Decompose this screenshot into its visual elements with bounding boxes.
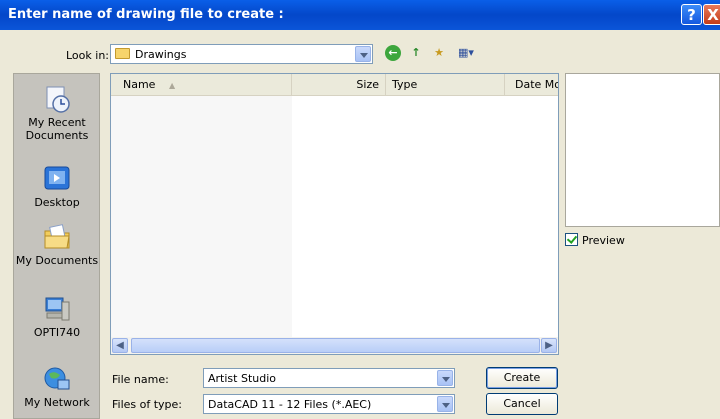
look-in-value: Drawings — [135, 48, 187, 61]
files-of-type-value: DataCAD 11 - 12 Files (*.AEC) — [208, 398, 372, 411]
title-bar: Enter name of drawing file to create : ?… — [0, 0, 720, 30]
place-label: Desktop — [34, 196, 80, 209]
place-my-documents[interactable]: My Documents — [14, 222, 100, 267]
files-of-type-select[interactable]: DataCAD 11 - 12 Files (*.AEC) — [203, 394, 455, 414]
up-folder-icon[interactable]: ↑ — [408, 45, 424, 61]
sort-ascending-icon: ▲ — [168, 81, 176, 90]
place-label: OPTI740 — [33, 326, 81, 339]
chevron-down-icon[interactable] — [437, 370, 453, 386]
preview-label: Preview — [582, 234, 625, 247]
file-name-input[interactable]: Artist Studio — [203, 368, 455, 388]
network-icon — [44, 367, 70, 390]
dialog-title: Enter name of drawing file to create : — [8, 7, 284, 22]
file-name-value: Artist Studio — [208, 372, 276, 385]
file-list[interactable]: Name ▲ Size Type Date Mo ◀ ▶ — [110, 73, 559, 355]
back-arrow-icon[interactable]: ← — [385, 45, 401, 61]
file-name-label: File name: — [112, 373, 169, 386]
place-label: My Recent Documents — [25, 116, 89, 142]
scroll-left-icon[interactable]: ◀ — [112, 338, 128, 353]
preview-checkbox[interactable] — [565, 233, 578, 246]
scroll-thumb[interactable] — [131, 338, 540, 353]
column-label: Name — [123, 78, 156, 91]
column-header-size[interactable]: Size — [292, 74, 386, 96]
help-button[interactable]: ? — [681, 4, 702, 25]
column-header-date-modified[interactable]: Date Mo — [505, 74, 559, 96]
views-menu-icon[interactable]: ▦▾ — [454, 45, 478, 61]
chevron-down-icon[interactable] — [355, 46, 371, 62]
preview-pane — [565, 73, 720, 227]
folder-icon — [115, 48, 130, 59]
column-label: Type — [392, 78, 418, 91]
place-label: My Network — [24, 396, 90, 409]
files-of-type-label: Files of type: — [112, 398, 183, 411]
column-label: Date Mo — [515, 78, 559, 91]
close-button[interactable]: X — [703, 4, 720, 25]
recent-documents-icon — [46, 86, 70, 113]
column-label: Size — [356, 78, 379, 91]
place-desktop[interactable]: Desktop — [14, 164, 100, 209]
desktop-icon — [44, 166, 70, 190]
cancel-button[interactable]: Cancel — [486, 393, 558, 415]
places-bar: My Recent Documents Desktop My Documents… — [13, 73, 100, 419]
my-documents-icon — [44, 224, 70, 249]
place-recent-documents[interactable]: My Recent Documents — [14, 84, 100, 142]
column-header-name[interactable]: Name ▲ — [111, 74, 292, 96]
scroll-right-icon[interactable]: ▶ — [541, 338, 557, 353]
look-in-label: Look in: — [66, 49, 109, 62]
computer-icon — [45, 297, 70, 321]
column-header-type[interactable]: Type — [386, 74, 505, 96]
horizontal-scrollbar[interactable]: ◀ ▶ — [111, 337, 558, 354]
create-button[interactable]: Create — [486, 367, 558, 389]
name-column-area — [111, 96, 292, 337]
place-my-computer[interactable]: OPTI740 — [14, 294, 100, 339]
place-my-network[interactable]: My Network — [14, 364, 100, 409]
place-label: My Documents — [15, 254, 99, 267]
chevron-down-icon[interactable] — [437, 396, 453, 412]
new-folder-icon[interactable]: ★ — [431, 45, 447, 61]
look-in-combo[interactable]: Drawings — [110, 44, 373, 64]
